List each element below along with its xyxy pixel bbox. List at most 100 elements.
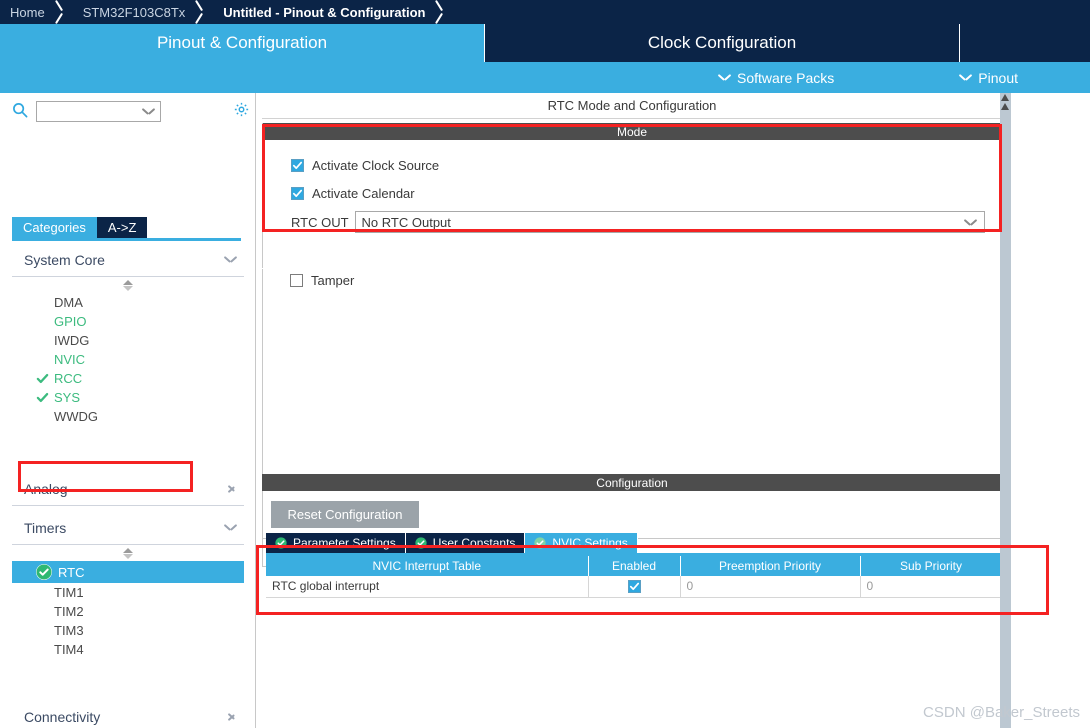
menu-pinout-label: Pinout	[978, 69, 1018, 86]
nvic-interrupt-table: NVIC Interrupt Table Enabled Preemption …	[266, 556, 1003, 598]
tab-user-constants[interactable]: User Constants	[405, 533, 526, 553]
tab-parameter-settings[interactable]: Parameter Settings	[266, 533, 406, 553]
tab-nvic-settings[interactable]: NVIC Settings	[525, 533, 638, 553]
peripheral-label: TIM2	[54, 604, 84, 619]
peripheral-item-tim3[interactable]: TIM3	[12, 621, 244, 640]
category-header-timers[interactable]: Timers	[12, 511, 244, 545]
tab-label: User Constants	[432, 536, 516, 550]
sidebar: Categories A->Z System Core DMA GPIO IWD…	[0, 93, 256, 728]
peripheral-label: TIM1	[54, 585, 84, 600]
configuration-tabs: Parameter Settings User Constants NVIC S…	[266, 533, 638, 553]
peripheral-label: IWDG	[54, 333, 90, 348]
peripheral-label: WWDG	[54, 409, 99, 424]
checkbox-label: Tamper	[311, 273, 355, 288]
main-content: RTC Mode and Configuration Mode Activate…	[262, 93, 1090, 728]
category-header-connectivity[interactable]: Connectivity	[12, 700, 244, 728]
search-input[interactable]	[36, 100, 161, 122]
column-header-preemption-priority[interactable]: Preemption Priority	[680, 556, 861, 576]
peripheral-list-system-core: DMA GPIO IWDG NVIC RCC SYS WWDG	[12, 293, 244, 426]
peripheral-label: TIM3	[54, 623, 84, 638]
peripheral-item-dma[interactable]: DMA	[12, 293, 244, 312]
chevron-down-icon	[719, 74, 730, 81]
configuration-section-header: Configuration	[262, 474, 1002, 491]
search-icon	[12, 102, 34, 121]
rtc-out-label: RTC OUT	[291, 214, 349, 230]
main-tab-row: Pinout & Configuration Clock Configurati…	[0, 24, 1090, 62]
peripheral-label: RCC	[54, 371, 83, 386]
checkbox-icon[interactable]	[291, 158, 304, 172]
peripheral-item-nvic[interactable]: NVIC	[12, 350, 244, 369]
peripheral-item-tim1[interactable]: TIM1	[12, 583, 244, 602]
spinner-arrows-icon	[123, 279, 133, 291]
tab-a-to-z[interactable]: A->Z	[96, 217, 148, 238]
checkbox-icon[interactable]	[627, 580, 641, 594]
table-row[interactable]: RTC global interrupt 0 0	[266, 576, 1003, 598]
scroll-spinner[interactable]	[12, 545, 244, 561]
peripheral-label: NVIC	[54, 352, 86, 367]
cell-enabled[interactable]	[588, 576, 681, 598]
peripheral-item-tim4[interactable]: TIM4	[12, 640, 244, 659]
breadcrumb-item-mcu[interactable]: STM32F103C8Tx	[73, 0, 192, 24]
peripheral-item-rtc[interactable]: RTC	[12, 561, 244, 583]
vertical-scrollbar[interactable]	[1000, 93, 1011, 728]
cell-preemption-priority[interactable]: 0	[680, 576, 861, 598]
column-header-enabled[interactable]: Enabled	[588, 556, 681, 576]
column-header-sub-priority[interactable]: Sub Priority	[860, 556, 1003, 576]
column-header-nvic-interrupt-table[interactable]: NVIC Interrupt Table	[266, 556, 589, 576]
category-header-system-core[interactable]: System Core	[12, 243, 244, 277]
peripheral-item-sys[interactable]: SYS	[12, 388, 244, 407]
tab-overflow[interactable]	[960, 24, 1090, 62]
peripheral-label: GPIO	[54, 314, 87, 329]
tab-categories[interactable]: Categories	[12, 217, 97, 238]
scroll-up-arrow-icon[interactable]	[1001, 94, 1009, 101]
checkbox-label: Activate Calendar	[312, 185, 415, 201]
menu-pinout[interactable]: Pinout	[960, 70, 1018, 86]
category-header-analog[interactable]: Analog	[12, 472, 244, 506]
peripheral-item-gpio[interactable]: GPIO	[12, 312, 244, 331]
configuration-body: Reset Configuration	[262, 491, 1002, 539]
cell-sub-priority[interactable]: 0	[860, 576, 1003, 598]
peripheral-item-rcc[interactable]: RCC	[12, 369, 244, 388]
rtc-out-select[interactable]: No RTC Output	[354, 211, 985, 233]
chevron-down-icon	[225, 524, 236, 531]
breadcrumb: Home STM32F103C8Tx Untitled - Pinout & C…	[0, 0, 1090, 24]
category-tabs: Categories A->Z	[12, 217, 148, 238]
checkbox-activate-calendar[interactable]: Activate Calendar	[291, 182, 1001, 204]
tab-label: NVIC Settings	[552, 536, 628, 550]
check-icon	[36, 372, 49, 385]
reset-configuration-button[interactable]: Reset Configuration	[271, 501, 419, 528]
checkbox-label: Activate Clock Source	[312, 157, 440, 173]
chevron-right-icon	[228, 483, 236, 495]
scroll-spinner[interactable]	[12, 277, 244, 293]
checkbox-activate-clock-source[interactable]: Activate Clock Source	[291, 154, 1001, 176]
peripheral-item-wwdg[interactable]: WWDG	[12, 407, 244, 426]
peripheral-item-tim2[interactable]: TIM2	[12, 602, 244, 621]
page-title: RTC Mode and Configuration	[262, 93, 1002, 119]
checkbox-icon[interactable]	[291, 186, 304, 200]
tab-clock-configuration[interactable]: Clock Configuration	[484, 24, 960, 62]
mode-section-header: Mode	[263, 123, 1001, 140]
menu-software-packs-label: Software Packs	[737, 69, 835, 86]
gear-icon[interactable]	[233, 101, 250, 121]
breadcrumb-separator-icon	[51, 0, 73, 24]
category-tabs-underline	[12, 238, 241, 241]
checkbox-icon[interactable]	[290, 274, 303, 287]
green-check-icon	[534, 537, 547, 549]
category-label: Timers	[24, 519, 67, 536]
breadcrumb-separator-icon	[431, 0, 453, 24]
stm32cubemx-window: Home STM32F103C8Tx Untitled - Pinout & C…	[0, 0, 1090, 728]
chevron-down-icon	[225, 256, 236, 263]
category-list: System Core DMA GPIO IWDG NVIC RCC SYS W…	[12, 243, 244, 728]
chevron-down-icon	[965, 219, 976, 226]
tab-pinout-configuration[interactable]: Pinout & Configuration	[0, 24, 484, 62]
breadcrumb-item-home[interactable]: Home	[0, 0, 51, 24]
category-label: System Core	[24, 251, 105, 268]
peripheral-item-iwdg[interactable]: IWDG	[12, 331, 244, 350]
watermark: CSDN @Baker_Streets	[923, 704, 1080, 721]
peripheral-list-timers: RTC TIM1 TIM2 TIM3 TIM4	[12, 561, 244, 659]
scroll-up-arrow-icon[interactable]	[1001, 103, 1009, 110]
breadcrumb-item-current[interactable]: Untitled - Pinout & Configuration	[213, 0, 431, 24]
checkbox-tamper[interactable]: Tamper	[290, 273, 354, 288]
menu-software-packs[interactable]: Software Packs	[719, 70, 834, 86]
chevron-down-icon	[143, 108, 154, 115]
